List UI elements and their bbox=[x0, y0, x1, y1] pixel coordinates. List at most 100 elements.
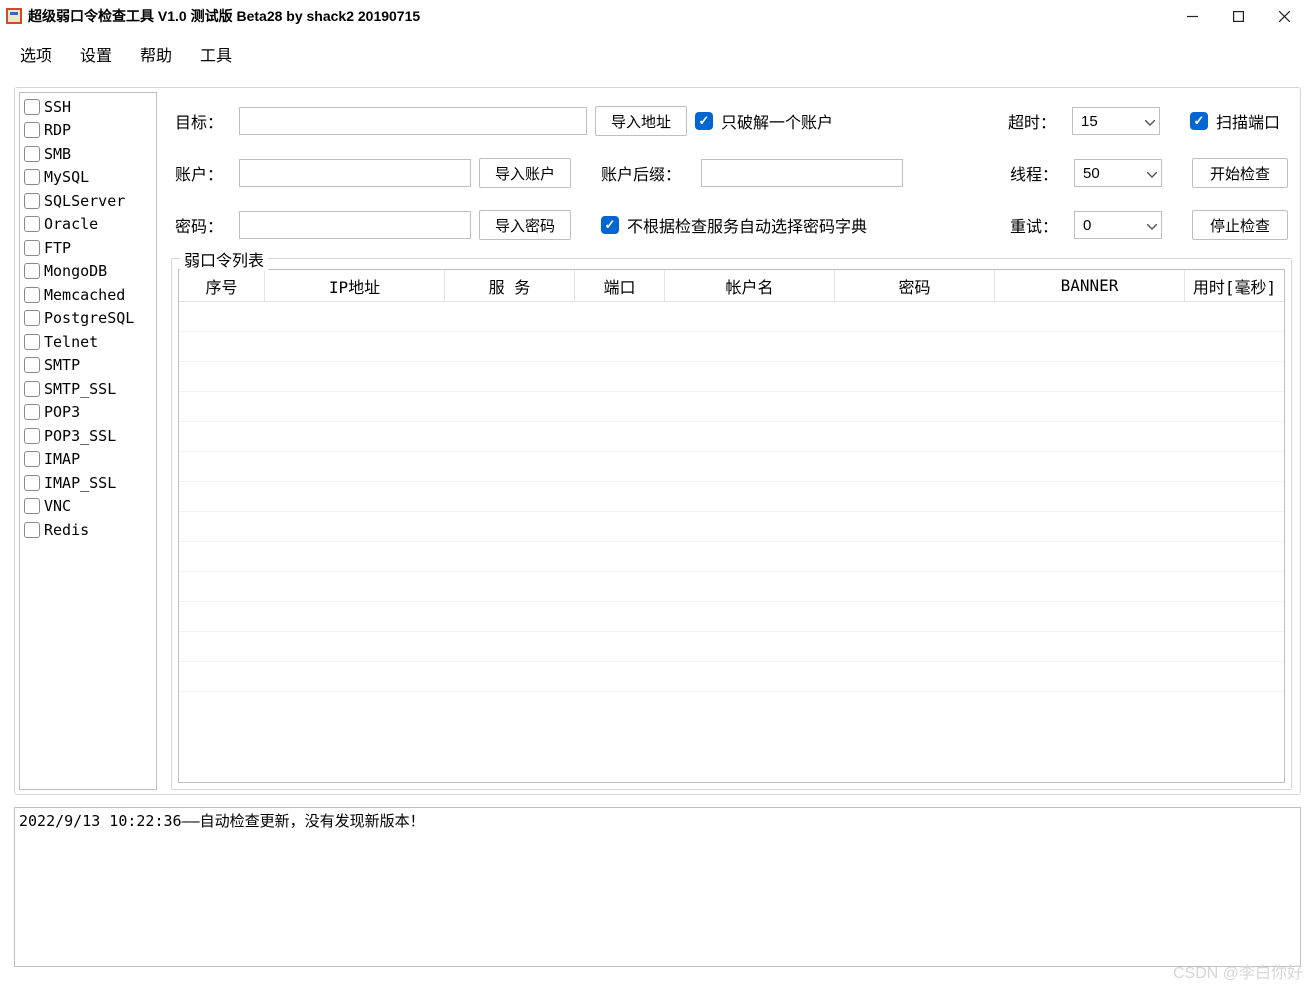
col-account[interactable]: 帐户名 bbox=[665, 270, 835, 302]
service-item-mysql[interactable]: MySQL bbox=[24, 166, 156, 190]
service-label: Telnet bbox=[44, 333, 98, 351]
results-table[interactable]: 序号 IP地址 服 务 端口 帐户名 密码 BANNER 用时[毫秒] bbox=[178, 269, 1285, 783]
menu-help[interactable]: 帮助 bbox=[140, 42, 172, 66]
scan-port-checkbox[interactable] bbox=[1190, 112, 1208, 130]
service-checkbox[interactable] bbox=[24, 146, 40, 162]
service-checkbox[interactable] bbox=[24, 475, 40, 491]
service-item-postgresql[interactable]: PostgreSQL bbox=[24, 307, 156, 331]
chevron-down-icon bbox=[1147, 217, 1157, 234]
retry-label: 重试： bbox=[1010, 213, 1066, 237]
service-label: MySQL bbox=[44, 168, 89, 186]
service-checkbox[interactable] bbox=[24, 451, 40, 467]
target-input[interactable] bbox=[239, 107, 587, 135]
service-checkbox[interactable] bbox=[24, 263, 40, 279]
service-item-smtp_ssl[interactable]: SMTP_SSL bbox=[24, 377, 156, 401]
service-item-ssh[interactable]: SSH bbox=[24, 95, 156, 119]
threads-label: 线程： bbox=[1010, 161, 1066, 185]
service-label: IMAP_SSL bbox=[44, 474, 116, 492]
service-checkbox[interactable] bbox=[24, 381, 40, 397]
service-checkbox[interactable] bbox=[24, 240, 40, 256]
close-button[interactable] bbox=[1261, 1, 1307, 31]
service-checkbox[interactable] bbox=[24, 428, 40, 444]
config-row-user: 账户： 导入账户 账户后缀： 线程： 50 开始检查 bbox=[175, 158, 1288, 188]
service-item-ftp[interactable]: FTP bbox=[24, 236, 156, 260]
retry-combo[interactable]: 0 bbox=[1074, 211, 1162, 239]
service-label: SQLServer bbox=[44, 192, 125, 210]
config-row-pass: 密码： 导入密码 不根据检查服务自动选择密码字典 重试： 0 停止 bbox=[175, 210, 1288, 240]
table-row bbox=[179, 632, 1284, 662]
col-elapsed[interactable]: 用时[毫秒] bbox=[1185, 270, 1284, 302]
service-item-pop3_ssl[interactable]: POP3_SSL bbox=[24, 424, 156, 448]
col-port[interactable]: 端口 bbox=[575, 270, 665, 302]
config-row-target: 目标： 导入地址 只破解一个账户 超时： 15 扫描端口 bbox=[175, 106, 1288, 136]
timeout-label: 超时： bbox=[1008, 109, 1064, 133]
service-item-oracle[interactable]: Oracle bbox=[24, 213, 156, 237]
service-label: SMB bbox=[44, 145, 71, 163]
threads-value: 50 bbox=[1083, 165, 1100, 182]
service-item-telnet[interactable]: Telnet bbox=[24, 330, 156, 354]
service-checkbox[interactable] bbox=[24, 404, 40, 420]
import-user-button[interactable]: 导入账户 bbox=[479, 158, 571, 188]
service-checkbox[interactable] bbox=[24, 357, 40, 373]
col-ip[interactable]: IP地址 bbox=[265, 270, 445, 302]
service-label: Oracle bbox=[44, 215, 98, 233]
service-item-imap_ssl[interactable]: IMAP_SSL bbox=[24, 471, 156, 495]
service-checkbox[interactable] bbox=[24, 334, 40, 350]
service-item-sqlserver[interactable]: SQLServer bbox=[24, 189, 156, 213]
stop-button[interactable]: 停止检查 bbox=[1192, 210, 1288, 240]
service-label: MongoDB bbox=[44, 262, 107, 280]
log-panel[interactable]: 2022/9/13 10:22:36——自动检查更新，没有发现新版本！ bbox=[14, 807, 1301, 967]
service-item-imap[interactable]: IMAP bbox=[24, 448, 156, 472]
no-auto-dict-checkbox[interactable] bbox=[601, 216, 619, 234]
service-list[interactable]: SSH RDP SMB MySQL SQLServer Oracle FTP MongoDB M… bbox=[19, 92, 157, 790]
service-checkbox[interactable] bbox=[24, 522, 40, 538]
service-label: Redis bbox=[44, 521, 89, 539]
service-item-rdp[interactable]: RDP bbox=[24, 119, 156, 143]
service-label: POP3_SSL bbox=[44, 427, 116, 445]
menu-options[interactable]: 选项 bbox=[20, 42, 52, 66]
service-checkbox[interactable] bbox=[24, 99, 40, 115]
col-seq[interactable]: 序号 bbox=[179, 270, 265, 302]
start-button[interactable]: 开始检查 bbox=[1192, 158, 1288, 188]
menu-bar: 选项 设置 帮助 工具 bbox=[0, 32, 1315, 81]
table-row bbox=[179, 362, 1284, 392]
minimize-button[interactable] bbox=[1169, 1, 1215, 31]
import-pass-button[interactable]: 导入密码 bbox=[479, 210, 571, 240]
service-item-pop3[interactable]: POP3 bbox=[24, 401, 156, 425]
service-item-mongodb[interactable]: MongoDB bbox=[24, 260, 156, 284]
maximize-button[interactable] bbox=[1215, 1, 1261, 31]
service-checkbox[interactable] bbox=[24, 169, 40, 185]
service-checkbox[interactable] bbox=[24, 498, 40, 514]
service-item-memcached[interactable]: Memcached bbox=[24, 283, 156, 307]
service-label: SSH bbox=[44, 98, 71, 116]
service-item-vnc[interactable]: VNC bbox=[24, 495, 156, 519]
service-item-redis[interactable]: Redis bbox=[24, 518, 156, 542]
col-password[interactable]: 密码 bbox=[835, 270, 995, 302]
import-target-button[interactable]: 导入地址 bbox=[595, 106, 687, 136]
timeout-combo[interactable]: 15 bbox=[1072, 107, 1160, 135]
menu-settings[interactable]: 设置 bbox=[80, 42, 112, 66]
table-row bbox=[179, 512, 1284, 542]
service-checkbox[interactable] bbox=[24, 193, 40, 209]
config-area: 目标： 导入地址 只破解一个账户 超时： 15 扫描端口 bbox=[171, 92, 1292, 256]
only-one-account-checkbox[interactable] bbox=[695, 112, 713, 130]
table-row bbox=[179, 392, 1284, 422]
service-item-smb[interactable]: SMB bbox=[24, 142, 156, 166]
suffix-input[interactable] bbox=[701, 159, 903, 187]
no-auto-dict-label: 不根据检查服务自动选择密码字典 bbox=[627, 213, 867, 237]
service-label: RDP bbox=[44, 121, 71, 139]
col-service[interactable]: 服 务 bbox=[445, 270, 575, 302]
right-area: 目标： 导入地址 只破解一个账户 超时： 15 扫描端口 bbox=[157, 88, 1300, 794]
service-item-smtp[interactable]: SMTP bbox=[24, 354, 156, 378]
user-input[interactable] bbox=[239, 159, 471, 187]
menu-tools[interactable]: 工具 bbox=[200, 42, 232, 66]
service-checkbox[interactable] bbox=[24, 310, 40, 326]
service-checkbox[interactable] bbox=[24, 216, 40, 232]
service-checkbox[interactable] bbox=[24, 122, 40, 138]
table-row bbox=[179, 302, 1284, 332]
results-groupbox: 弱口令列表 序号 IP地址 服 务 端口 帐户名 密码 BANNER 用时[毫秒… bbox=[171, 258, 1292, 790]
col-banner[interactable]: BANNER bbox=[995, 270, 1185, 302]
pass-input[interactable] bbox=[239, 211, 471, 239]
service-checkbox[interactable] bbox=[24, 287, 40, 303]
threads-combo[interactable]: 50 bbox=[1074, 159, 1162, 187]
